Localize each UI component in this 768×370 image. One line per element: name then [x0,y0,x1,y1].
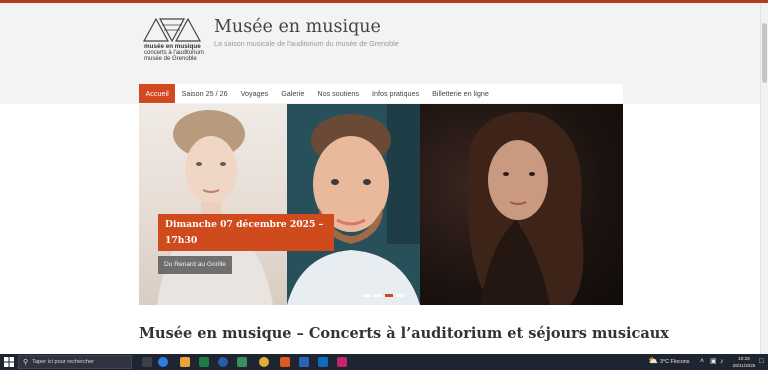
network-icon[interactable]: ▣ [710,354,717,370]
windows-start-icon[interactable] [4,357,14,367]
nav-item-saison[interactable]: Saison 25 / 26 [175,84,234,103]
app-icon-magenta[interactable] [337,357,347,367]
slide-dot-3[interactable] [385,294,393,297]
slide-dot-2[interactable] [374,294,382,297]
slide-dot-1[interactable] [363,294,371,297]
outlook-icon[interactable] [318,357,328,367]
task-view-icon[interactable] [142,357,152,367]
media-player-icon[interactable] [237,357,247,367]
edge-browser-icon[interactable] [158,357,168,367]
nav-item-galerie[interactable]: Galerie [275,84,311,103]
hero-photo-man-center [287,104,420,305]
site-title[interactable]: Musée en musique [214,17,381,37]
excel-icon[interactable] [199,357,209,367]
hero-event-title[interactable]: Du Renard au Gorille [158,256,232,274]
main-nav: Accueil Saison 25 / 26 Voyages Galerie N… [139,84,623,103]
app-icon-orange[interactable] [280,357,290,367]
weather-text[interactable]: 3°C Flocons [660,354,689,370]
logo-text-line1: musée en musique [144,43,201,50]
scrollbar-thumb[interactable] [762,23,767,83]
search-icon: ⚲ [23,359,29,366]
page-heading: Musée en musique – Concerts à l’auditori… [139,325,669,342]
nav-item-billetterie[interactable]: Billetterie en ligne [426,84,496,103]
taskbar-search-placeholder: Taper ici pour rechercher [32,359,95,365]
site-logo[interactable]: musée en musique concerts à l'auditorium… [142,17,204,67]
slideshow-pager [363,294,404,297]
clock-date: 26/11/2025 [732,363,756,368]
chrome-browser-icon[interactable] [259,357,269,367]
weather-icon[interactable]: ⛅ [648,356,658,365]
slide-dot-4[interactable] [396,294,404,297]
hero-photo-woman-left [139,104,287,305]
taskbar-clock[interactable]: 10:28 26/11/2025 [731,355,757,369]
nav-item-nos-soutiens[interactable]: Nos soutiens [311,84,366,103]
nav-item-infos-pratiques[interactable]: Infos pratiques [365,84,425,103]
logo-text-line3: musée de Grenoble [144,56,197,62]
nav-item-accueil[interactable]: Accueil [139,84,176,103]
logo-triangles-icon [142,17,202,43]
tray-chevron-icon[interactable]: ˄ [700,354,704,370]
scrollbar[interactable] [760,3,768,354]
settings-icon[interactable] [218,357,228,367]
notifications-icon[interactable]: □ [759,354,763,370]
hero-slideshow[interactable]: Dimanche 07 décembre 2025 – 17h30 Du Ren… [139,104,623,305]
windows-taskbar: ⚲ Taper ici pour rechercher ⛅ 3°C Flocon… [0,354,768,370]
hero-event-date-line1: Dimanche 07 décembre 2025 – [165,219,324,230]
nav-item-voyages[interactable]: Voyages [234,84,275,103]
hero-event-date[interactable]: Dimanche 07 décembre 2025 – 17h30 [158,214,334,251]
taskbar-search-input[interactable]: ⚲ Taper ici pour rechercher [18,355,132,369]
volume-icon[interactable]: ♪ [720,354,724,370]
word-icon[interactable] [299,357,309,367]
file-explorer-icon[interactable] [180,357,190,367]
hero-photo-woman-right [420,104,623,305]
hero-event-date-line2: 17h30 [165,235,198,246]
site-tagline: La saison musicale de l'auditorium du mu… [214,39,399,48]
clock-time: 10:28 [738,356,750,361]
